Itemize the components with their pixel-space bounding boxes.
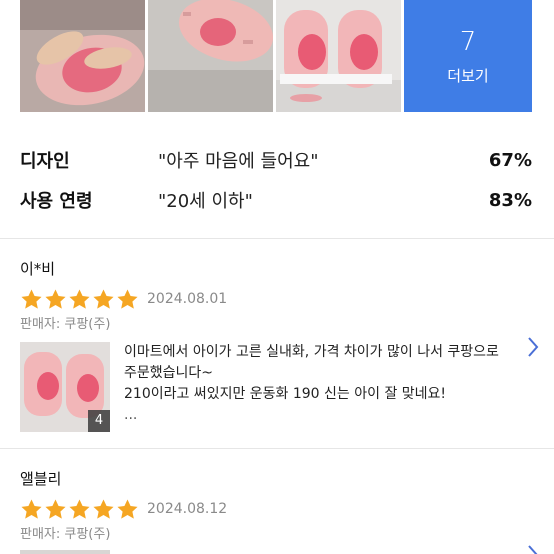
star-icon bbox=[21, 498, 42, 519]
review-thumbnail-partial[interactable] bbox=[20, 550, 110, 554]
review-photo-1[interactable] bbox=[20, 0, 145, 112]
summary-percent: 83% bbox=[488, 189, 532, 211]
sandal-on-feet-image bbox=[20, 0, 145, 112]
review-photo-2[interactable] bbox=[148, 0, 273, 112]
review-body: 4 이마트에서 아이가 고른 실내화, 가격 차이가 많이 나서 쿠팡으로 주문… bbox=[20, 342, 554, 432]
review-text[interactable]: 이마트에서 아이가 고른 실내화, 가격 차이가 많이 나서 쿠팡으로 주문했습… bbox=[124, 342, 510, 432]
summary-key: 사용 연령 bbox=[20, 191, 93, 212]
star-rating bbox=[20, 288, 139, 311]
review-summary: 디자인 "아주 마음에 들어요" 67% 사용 연령 "20세 이하" 83% bbox=[20, 140, 532, 220]
star-icon bbox=[117, 498, 138, 519]
star-rating bbox=[20, 498, 139, 521]
star-icon bbox=[117, 288, 138, 309]
more-photos-label: 더보기 bbox=[447, 66, 489, 85]
review-thumbnail[interactable]: 4 bbox=[20, 342, 110, 432]
summary-quote: "아주 마음에 들어요" bbox=[158, 151, 319, 172]
review-text-line: 210이라고 써있지만 운동화 190 신는 아이 잘 맞네요! bbox=[124, 386, 447, 402]
review-item: 이*비 2024.08.01 판매자: 쿠팡(주) 4 이마트에서 아이가 고른… bbox=[20, 258, 554, 432]
more-photos-count: 7 bbox=[459, 26, 477, 57]
summary-percent: 67% bbox=[488, 149, 532, 171]
chevron-right-icon[interactable] bbox=[526, 544, 540, 554]
star-icon bbox=[45, 498, 66, 519]
sandals-in-holder-image bbox=[276, 0, 401, 112]
review-item: 앨블리 2024.08.12 판매자: 쿠팡(주) bbox=[20, 468, 554, 554]
review-text-line: 이마트에서 아이가 고른 실내화, 가격 차이가 많이 나서 쿠팡으로 bbox=[124, 344, 499, 360]
star-icon bbox=[93, 288, 114, 309]
star-icon bbox=[45, 288, 66, 309]
review-divider bbox=[0, 448, 554, 449]
more-photos-button[interactable]: 7 더보기 bbox=[404, 0, 532, 112]
photo-count-badge: 4 bbox=[88, 410, 110, 432]
review-date: 2024.08.12 bbox=[147, 501, 228, 517]
summary-row-design: 디자인 "아주 마음에 들어요" 67% bbox=[20, 140, 532, 180]
summary-key: 디자인 bbox=[20, 151, 70, 172]
star-icon bbox=[69, 288, 90, 309]
summary-row-age: 사용 연령 "20세 이하" 83% bbox=[20, 180, 532, 220]
star-icon bbox=[69, 498, 90, 519]
rating-line: 2024.08.12 bbox=[20, 496, 554, 522]
review-photo-strip: 7 더보기 bbox=[0, 0, 554, 112]
seller-label: 판매자: 쿠팡(주) bbox=[20, 527, 111, 542]
reviewer-name: 앨블리 bbox=[20, 470, 62, 488]
rating-line: 2024.08.01 bbox=[20, 286, 554, 312]
review-date: 2024.08.01 bbox=[147, 291, 228, 307]
reviewer-name: 이*비 bbox=[20, 260, 56, 278]
star-icon bbox=[21, 288, 42, 309]
review-text-ellipsis: ... bbox=[124, 407, 138, 423]
sandal-closeup-image bbox=[148, 0, 273, 112]
summary-quote: "20세 이하" bbox=[158, 191, 253, 212]
star-icon bbox=[93, 498, 114, 519]
seller-label: 판매자: 쿠팡(주) bbox=[20, 317, 111, 332]
section-divider bbox=[0, 238, 554, 239]
chevron-right-icon[interactable] bbox=[526, 336, 540, 358]
review-text-line: 주문했습니다~ bbox=[124, 365, 214, 381]
review-photo-3[interactable] bbox=[276, 0, 401, 112]
